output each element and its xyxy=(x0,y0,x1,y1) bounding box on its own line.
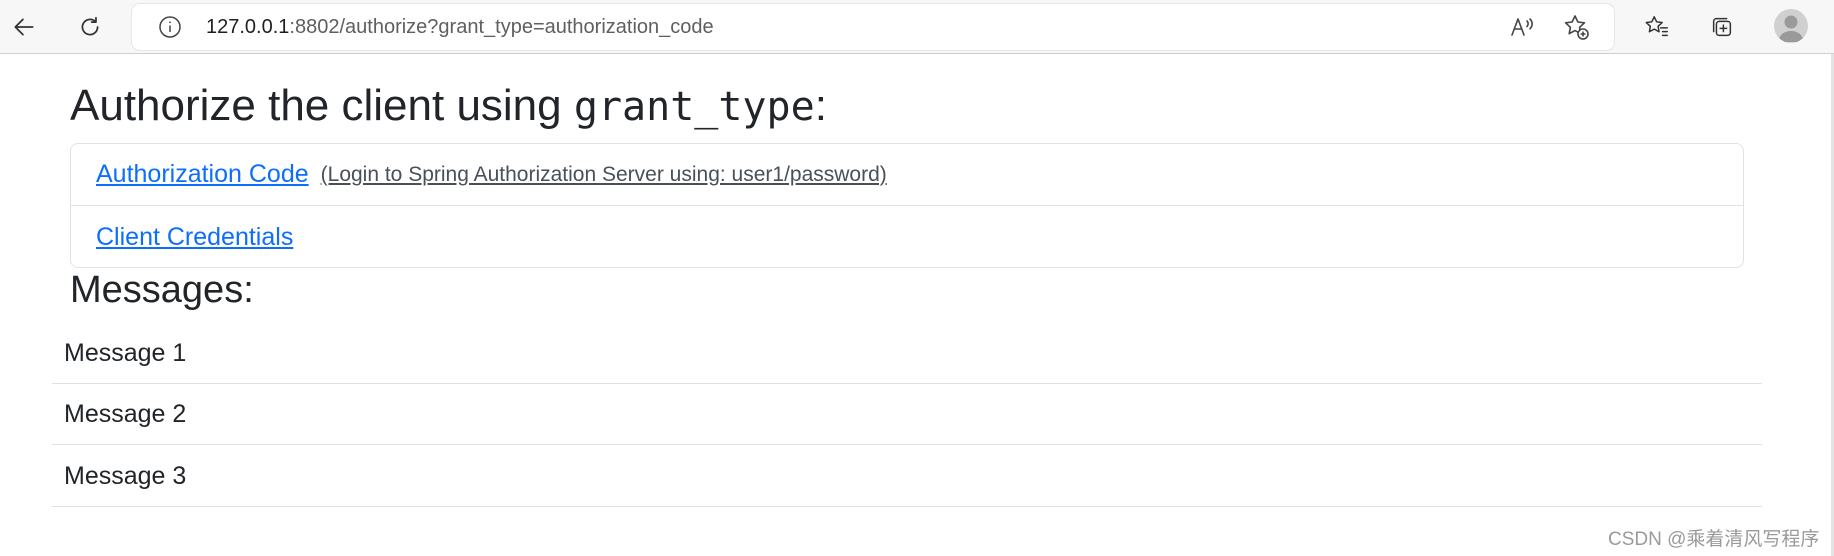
browser-toolbar: 127.0.0.1:8802/authorize?grant_type=auth… xyxy=(0,0,1834,54)
list-item-authorization-code: Authorization Code (Login to Spring Auth… xyxy=(71,144,1743,206)
watermark: CSDN @乘着清风写程序 xyxy=(1608,529,1820,550)
favorites-icon[interactable] xyxy=(1637,7,1677,47)
back-arrow-icon[interactable] xyxy=(4,7,44,47)
url-text[interactable]: 127.0.0.1:8802/authorize?grant_type=auth… xyxy=(206,15,714,39)
authorization-code-hint[interactable]: (Login to Spring Authorization Server us… xyxy=(321,163,887,187)
grant-type-code: grant_type xyxy=(573,84,815,130)
page-title-prefix: Authorize the client using xyxy=(70,81,574,130)
authorization-code-link[interactable]: Authorization Code xyxy=(96,160,309,189)
site-info-icon[interactable] xyxy=(158,15,182,39)
page-title: Authorize the client using grant_type: xyxy=(70,78,827,135)
page-title-suffix: : xyxy=(814,81,827,130)
message-row: Message 2 xyxy=(52,384,1762,445)
list-item-client-credentials: Client Credentials xyxy=(71,206,1743,267)
add-favorite-icon[interactable] xyxy=(1562,13,1590,41)
profile-avatar-icon[interactable] xyxy=(1774,9,1808,43)
message-row: Message 1 xyxy=(52,323,1762,384)
refresh-icon[interactable] xyxy=(70,7,110,47)
messages-heading: Messages: xyxy=(70,269,254,311)
client-credentials-link[interactable]: Client Credentials xyxy=(96,223,293,252)
url-path: :8802/authorize?grant_type=authorization… xyxy=(289,16,714,38)
read-aloud-icon[interactable] xyxy=(1508,13,1536,41)
message-row: Message 3 xyxy=(52,446,1762,507)
grant-options-list: Authorization Code (Login to Spring Auth… xyxy=(70,143,1744,268)
collections-icon[interactable] xyxy=(1702,7,1742,47)
url-host: 127.0.0.1 xyxy=(206,16,290,38)
address-bar[interactable]: 127.0.0.1:8802/authorize?grant_type=auth… xyxy=(132,4,1614,50)
